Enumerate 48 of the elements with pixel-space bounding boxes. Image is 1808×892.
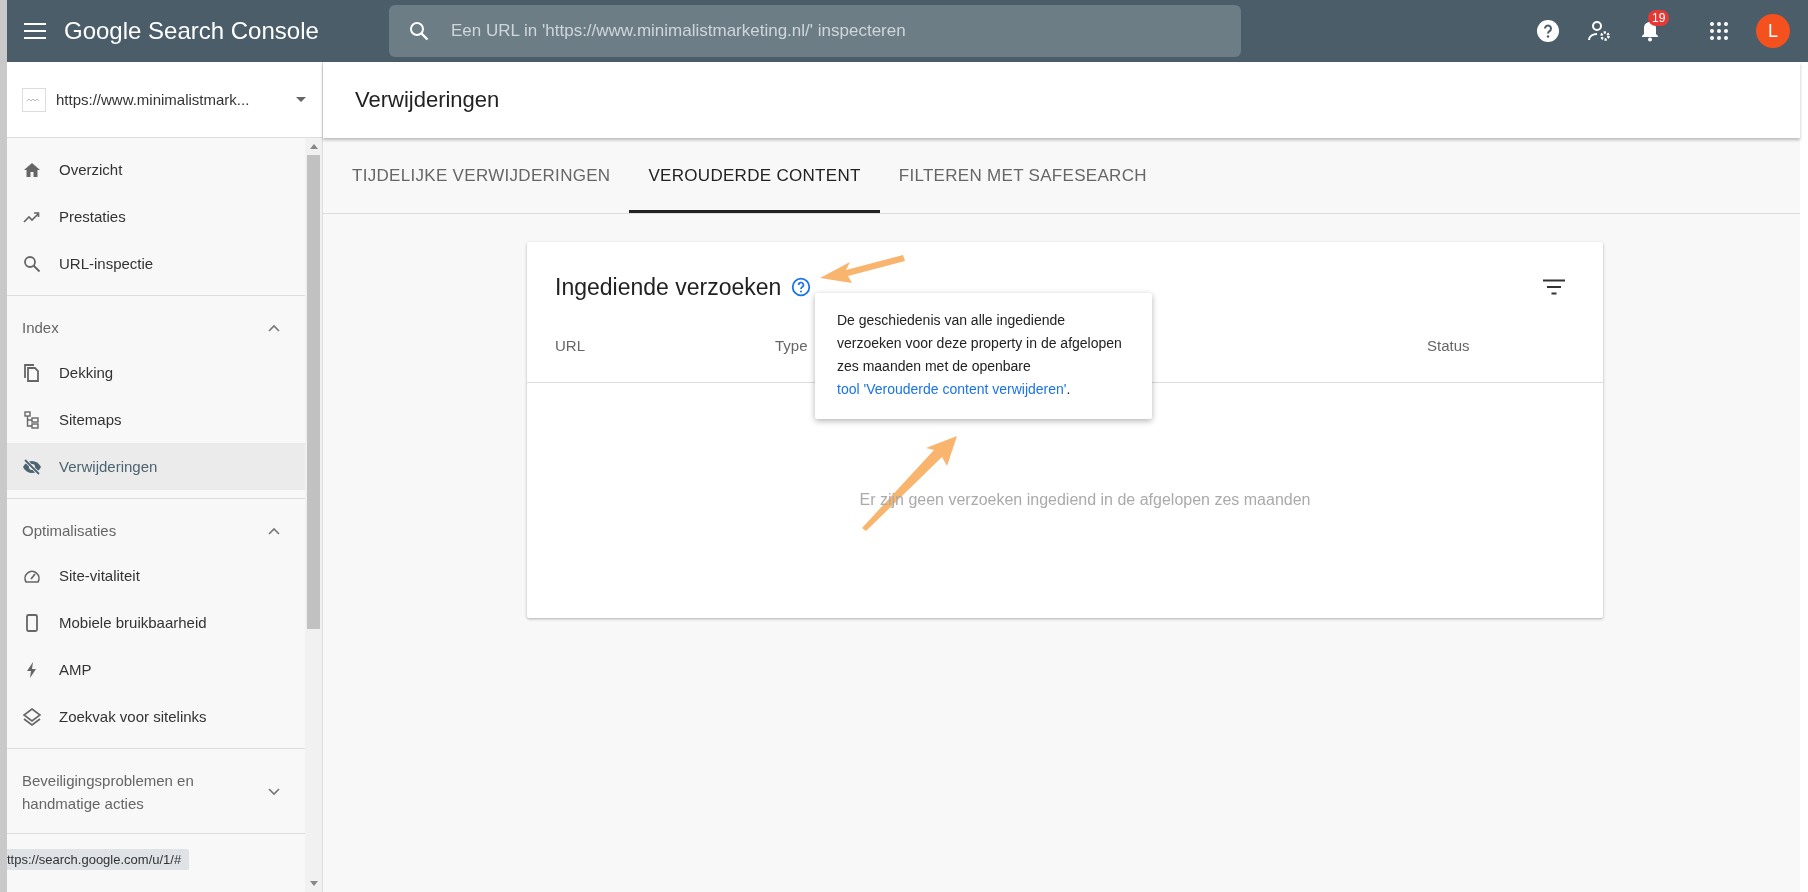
sidebar-item[interactable]: Overzicht	[7, 146, 305, 193]
column-header: Type	[775, 337, 808, 354]
layers-icon	[22, 706, 42, 727]
notification-badge: 19	[1648, 10, 1670, 26]
scrollbar[interactable]	[305, 138, 322, 892]
property-selector[interactable]: https://www.minimalistmark...	[7, 62, 322, 138]
chevron-up-icon	[268, 526, 280, 535]
sitemap-icon	[22, 409, 42, 430]
apps-grid-icon[interactable]	[1710, 22, 1728, 40]
browser-status-url: ttps://search.google.com/u/1/#	[7, 849, 190, 870]
sidebar-item[interactable]: Sitemaps	[7, 396, 305, 443]
section-header[interactable]: Optimalisaties	[7, 507, 305, 552]
help-icon[interactable]	[1536, 19, 1560, 43]
scroll-up-icon[interactable]	[309, 144, 318, 149]
scroll-down-icon[interactable]	[309, 881, 318, 886]
search-icon	[409, 21, 429, 41]
sidebar-item[interactable]: Site-vitaliteit	[7, 552, 305, 599]
tab[interactable]: VEROUDERDE CONTENT	[629, 141, 880, 213]
pages-icon	[22, 362, 42, 383]
search-icon	[22, 253, 42, 274]
sidebar-item[interactable]: Dekking	[7, 349, 305, 396]
site-favicon-icon	[22, 87, 46, 112]
tooltip-text: De geschiedenis van alle ingediende verzoeken voor deze property in de afgelopen zes maanden met de openbare tool 'Verouderde content verwijderen'.	[837, 311, 1123, 399]
chevron-up-icon	[268, 323, 280, 332]
menu-icon[interactable]	[24, 23, 46, 39]
section-header[interactable]: Beveiligingsproblemen en handmatige acties	[7, 757, 305, 825]
user-settings-icon[interactable]	[1588, 20, 1612, 42]
app-name: Google Search Console	[64, 17, 320, 45]
column-header: Status	[1427, 337, 1470, 354]
card-title: Ingediende verzoeken	[555, 273, 782, 301]
page-title: Verwijderingen	[355, 87, 500, 113]
column-header: URL	[555, 337, 585, 354]
tab[interactable]: FILTEREN MET SAFESEARCH	[879, 141, 1166, 213]
sidebar-item[interactable]: Zoekvak voor sitelinks	[7, 693, 305, 740]
help-icon[interactable]	[791, 277, 812, 297]
filter-icon[interactable]	[1543, 279, 1565, 295]
bell-icon[interactable]	[1640, 20, 1660, 42]
sidebar-item[interactable]: Verwijderingen	[7, 443, 305, 490]
eye-icon	[22, 456, 42, 477]
sidebar-item[interactable]: URL-inspectie	[7, 240, 305, 287]
sidebar-item[interactable]: Mobiele bruikbaarheid	[7, 599, 305, 646]
tab[interactable]: TIJDELIJKE VERWIJDERINGEN	[333, 141, 630, 213]
sidebar-item[interactable]: Prestaties	[7, 193, 305, 240]
chevron-down-icon	[268, 788, 280, 796]
section-header[interactable]: Index	[7, 304, 305, 349]
tooltip-link[interactable]: tool 'Verouderde content verwijderen'	[837, 381, 1067, 397]
dropdown-caret-icon	[296, 97, 306, 102]
sidebar-item[interactable]: AMP	[7, 646, 305, 693]
